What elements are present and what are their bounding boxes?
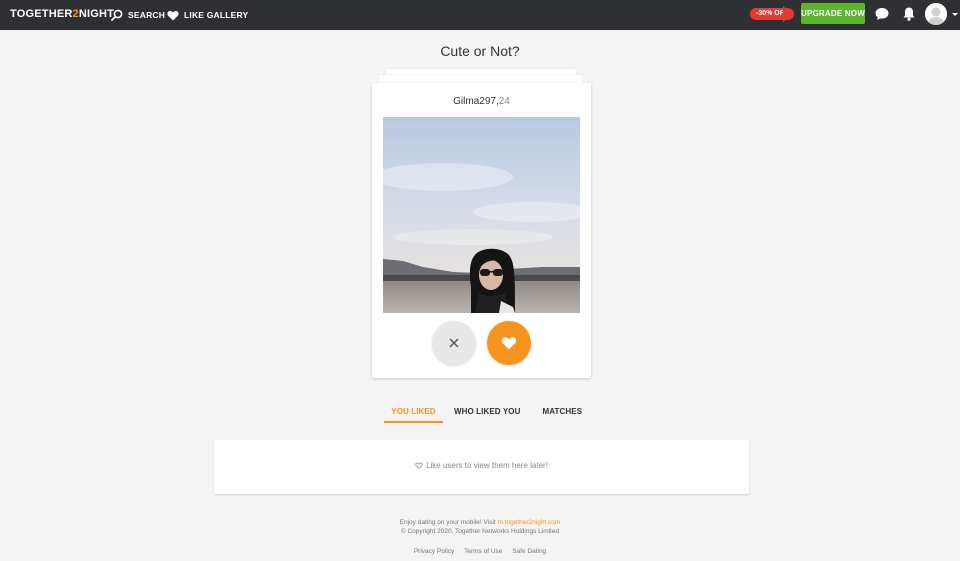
- nav-search-label: SEARCH: [128, 10, 166, 20]
- nav-like-gallery-label: LIKE GALLERY: [184, 10, 249, 20]
- nav-search-link[interactable]: SEARCH: [111, 7, 165, 23]
- arrow-right-icon: [783, 6, 792, 22]
- bell-icon[interactable]: [901, 6, 917, 22]
- liked-users-panel: Like users to view them here later!: [214, 440, 749, 494]
- top-navigation-bar: TOGETHER2NIGHT SEARCH LIKE GALLERY -30% …: [0, 0, 960, 30]
- profile-photo[interactable]: [383, 117, 580, 313]
- chat-icon[interactable]: [874, 6, 890, 22]
- likes-tabs: YOU LIKED WHO LIKED YOU MATCHES: [384, 404, 593, 424]
- logo-prefix: TOGETHER: [10, 8, 73, 20]
- terms-of-use-link[interactable]: Terms of Use: [464, 548, 502, 555]
- footer-mobile-notice: Enjoy dating on your mobile! Visit m.tog…: [0, 519, 960, 526]
- profile-card: Gilma297,24: [372, 83, 591, 378]
- footer-copyright: © Copyright 2020, Together Networks Hold…: [400, 528, 560, 535]
- caret-down-icon[interactable]: [952, 13, 958, 16]
- profile-name: Gilma297,24: [372, 96, 591, 107]
- tab-you-liked[interactable]: YOU LIKED: [384, 404, 443, 423]
- footer-mobile-text: Enjoy dating on your mobile! Visit: [399, 519, 498, 526]
- logo-suffix: NIGHT: [78, 8, 115, 20]
- empty-state-text: Like users to view them here later!: [426, 461, 548, 470]
- safe-dating-link[interactable]: Safe Dating: [512, 548, 546, 555]
- avatar[interactable]: [925, 3, 947, 25]
- profile-username: Gilma297,: [453, 96, 499, 107]
- profile-age: 24: [498, 96, 510, 107]
- heart-icon: [167, 10, 179, 20]
- page-title: Cute or Not?: [440, 43, 520, 59]
- heart-icon: [501, 337, 517, 350]
- nav-like-gallery-link[interactable]: LIKE GALLERY: [167, 7, 248, 23]
- heart-outline-icon: [415, 462, 423, 469]
- empty-state-message: Like users to view them here later!: [214, 461, 749, 470]
- tab-matches[interactable]: MATCHES: [532, 404, 594, 423]
- privacy-policy-link[interactable]: Privacy Policy: [414, 548, 454, 555]
- skip-button[interactable]: [432, 321, 476, 365]
- mobile-site-link[interactable]: m.together2night.com: [497, 519, 560, 526]
- upgrade-now-button[interactable]: UPGRADE NOW: [801, 3, 865, 24]
- like-button[interactable]: [487, 321, 531, 365]
- search-icon: [111, 9, 123, 21]
- logo[interactable]: TOGETHER2NIGHT: [10, 8, 114, 20]
- tab-who-liked-you[interactable]: WHO LIKED YOU: [443, 404, 532, 423]
- footer-links: Privacy Policy Terms of Use Safe Dating: [0, 548, 960, 555]
- close-icon: [449, 338, 459, 348]
